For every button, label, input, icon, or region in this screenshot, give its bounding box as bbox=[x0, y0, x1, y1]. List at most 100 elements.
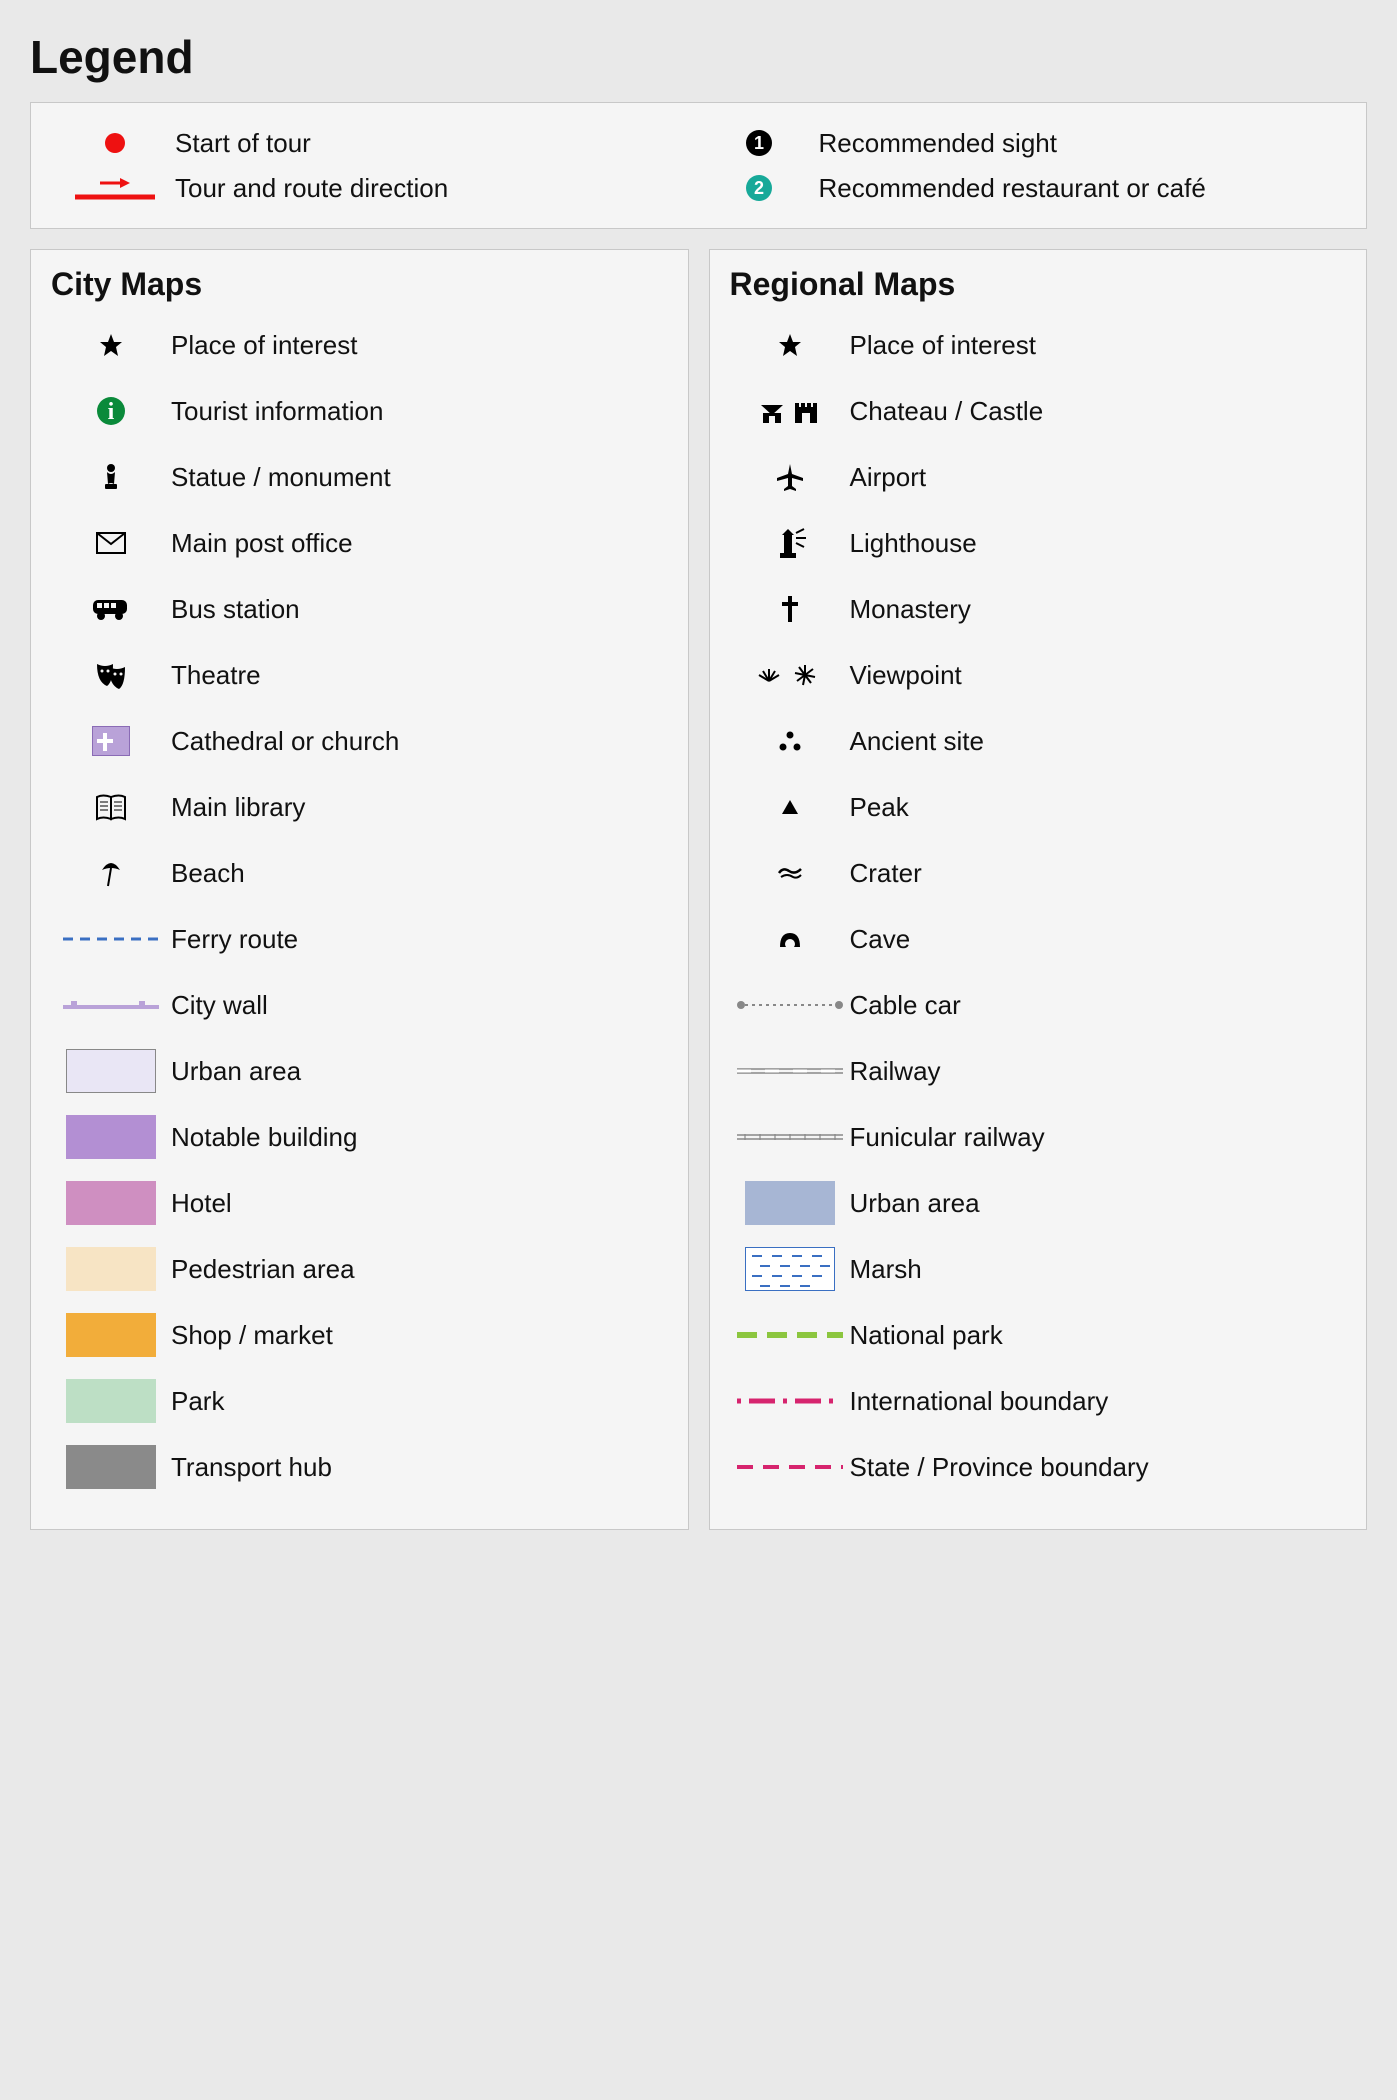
legend-item-statue: Statue / monument bbox=[51, 449, 668, 505]
legend-item-urban-area-city: Urban area bbox=[51, 1043, 668, 1099]
legend-label: Tourist information bbox=[171, 395, 668, 428]
dots-icon bbox=[730, 729, 850, 753]
legend-label: State / Province boundary bbox=[850, 1451, 1347, 1484]
swatch-urban-regional bbox=[730, 1181, 850, 1225]
legend-label: Cathedral or church bbox=[171, 725, 668, 758]
legend-label: Tour and route direction bbox=[175, 172, 448, 205]
legend-item-marsh: Marsh bbox=[730, 1241, 1347, 1297]
legend-item-railway: Railway bbox=[730, 1043, 1347, 1099]
legend-label: Main library bbox=[171, 791, 668, 824]
legend-item-tourist-info: i Tourist information bbox=[51, 383, 668, 439]
star-icon bbox=[51, 332, 171, 358]
legend-item-lighthouse: Lighthouse bbox=[730, 515, 1347, 571]
viewpoint-icon bbox=[730, 663, 850, 687]
legend-label: Main post office bbox=[171, 527, 668, 560]
legend-item-intl-boundary: International boundary bbox=[730, 1373, 1347, 1429]
info-icon: i bbox=[51, 395, 171, 427]
legend-item-place-of-interest-r: Place of interest bbox=[730, 317, 1347, 373]
legend-item-city-wall: City wall bbox=[51, 977, 668, 1033]
legend-label: Shop / market bbox=[171, 1319, 668, 1352]
legend-label: City wall bbox=[171, 989, 668, 1022]
legend-item-post-office: Main post office bbox=[51, 515, 668, 571]
legend-item-funicular: Funicular railway bbox=[730, 1109, 1347, 1165]
legend-item-cathedral: Cathedral or church bbox=[51, 713, 668, 769]
legend-label: Airport bbox=[850, 461, 1347, 494]
legend-item-park: Park bbox=[51, 1373, 668, 1429]
legend-item-pedestrian: Pedestrian area bbox=[51, 1241, 668, 1297]
legend-item-state-boundary: State / Province boundary bbox=[730, 1439, 1347, 1495]
legend-label: Park bbox=[171, 1385, 668, 1418]
legend-label: Transport hub bbox=[171, 1451, 668, 1484]
legend-label: Monastery bbox=[850, 593, 1347, 626]
tour-route-icon bbox=[55, 173, 175, 203]
legend-item-transport-hub: Transport hub bbox=[51, 1439, 668, 1495]
legend-item-national-park: National park bbox=[730, 1307, 1347, 1363]
cross-icon bbox=[730, 594, 850, 624]
legend-label: Lighthouse bbox=[850, 527, 1347, 560]
book-icon bbox=[51, 793, 171, 821]
regional-maps-heading: Regional Maps bbox=[730, 266, 1347, 303]
crater-icon bbox=[730, 863, 850, 883]
legend-label: Theatre bbox=[171, 659, 668, 692]
church-icon bbox=[51, 726, 171, 756]
swatch-marsh bbox=[730, 1247, 850, 1291]
legend-item-hotel: Hotel bbox=[51, 1175, 668, 1231]
legend-label: Crater bbox=[850, 857, 1347, 890]
legend-label: Start of tour bbox=[175, 127, 311, 160]
legend-label: Notable building bbox=[171, 1121, 668, 1154]
city-maps-panel: City Maps Place of interest i Tourist in… bbox=[30, 249, 689, 1530]
triangle-icon bbox=[730, 798, 850, 816]
legend-item-cable-car: Cable car bbox=[730, 977, 1347, 1033]
railway-line-icon bbox=[730, 1066, 850, 1076]
swatch-pedestrian bbox=[51, 1247, 171, 1291]
legend-label: Urban area bbox=[171, 1055, 668, 1088]
intl-boundary-line-icon bbox=[730, 1396, 850, 1406]
legend-label: Marsh bbox=[850, 1253, 1347, 1286]
legend-label: Funicular railway bbox=[850, 1121, 1347, 1154]
legend-label: Cable car bbox=[850, 989, 1347, 1022]
swatch-shop bbox=[51, 1313, 171, 1357]
national-park-line-icon bbox=[730, 1330, 850, 1340]
legend-label: Place of interest bbox=[850, 329, 1347, 362]
svg-text:2: 2 bbox=[753, 178, 763, 198]
legend-label: Pedestrian area bbox=[171, 1253, 668, 1286]
regional-maps-panel: Regional Maps Place of interest Chateau … bbox=[709, 249, 1368, 1530]
legend-item-notable-building: Notable building bbox=[51, 1109, 668, 1165]
chess-pawn-icon bbox=[51, 462, 171, 492]
airplane-icon bbox=[730, 462, 850, 492]
swatch-transport-hub bbox=[51, 1445, 171, 1489]
lighthouse-icon bbox=[730, 527, 850, 559]
legend-item-bus-station: Bus station bbox=[51, 581, 668, 637]
star-icon bbox=[730, 332, 850, 358]
legend-label: Recommended restaurant or café bbox=[819, 172, 1206, 205]
legend-label: Viewpoint bbox=[850, 659, 1347, 692]
swatch-notable-building bbox=[51, 1115, 171, 1159]
legend-label: Place of interest bbox=[171, 329, 668, 362]
legend-item-theatre: Theatre bbox=[51, 647, 668, 703]
legend-item-viewpoint: Viewpoint bbox=[730, 647, 1347, 703]
legend-item-library: Main library bbox=[51, 779, 668, 835]
top-legend-panel: Start of tour 1 Recommended sight Tour a… bbox=[30, 102, 1367, 229]
legend-item-start-of-tour: Start of tour bbox=[55, 127, 699, 160]
state-boundary-line-icon bbox=[730, 1462, 850, 1472]
legend-label: Ancient site bbox=[850, 725, 1347, 758]
legend-label: Recommended sight bbox=[819, 127, 1057, 160]
legend-item-ferry-route: Ferry route bbox=[51, 911, 668, 967]
cable-car-line-icon bbox=[730, 999, 850, 1011]
legend-label: Cave bbox=[850, 923, 1347, 956]
legend-item-cave: Cave bbox=[730, 911, 1347, 967]
swatch-hotel bbox=[51, 1181, 171, 1225]
legend-item-shop: Shop / market bbox=[51, 1307, 668, 1363]
legend-item-urban-area-regional: Urban area bbox=[730, 1175, 1347, 1231]
legend-item-recommended-sight: 1 Recommended sight bbox=[699, 127, 1343, 160]
legend-item-place-of-interest: Place of interest bbox=[51, 317, 668, 373]
legend-item-monastery: Monastery bbox=[730, 581, 1347, 637]
swatch-urban-city bbox=[51, 1049, 171, 1093]
start-of-tour-icon bbox=[55, 130, 175, 156]
legend-label: Bus station bbox=[171, 593, 668, 626]
bus-icon bbox=[51, 597, 171, 621]
legend-item-crater: Crater bbox=[730, 845, 1347, 901]
legend-label: Chateau / Castle bbox=[850, 395, 1347, 428]
legend-item-ancient-site: Ancient site bbox=[730, 713, 1347, 769]
cave-icon bbox=[730, 927, 850, 951]
